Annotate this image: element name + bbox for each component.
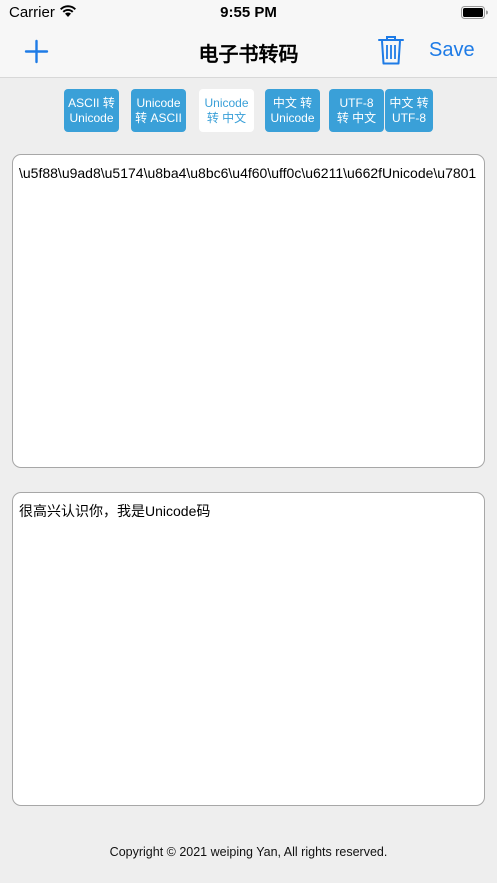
mode-unicode-to-ascii[interactable]: Unicode 转 ASCII: [131, 89, 186, 132]
trash-icon[interactable]: [377, 34, 405, 66]
navigation-bar: 电子书转码 Save: [0, 26, 497, 78]
battery-icon: [461, 6, 488, 19]
page-title: 电子书转码: [198, 44, 299, 66]
save-button[interactable]: Save: [429, 39, 475, 62]
mode-utf8-to-chinese[interactable]: UTF-8 转 中文: [329, 89, 384, 132]
input-text-area[interactable]: \u5f88\u9ad8\u5174\u8ba4\u8bc6\u4f60\uff…: [12, 154, 485, 468]
mode-unicode-to-chinese[interactable]: Unicode 转 中文: [199, 89, 254, 132]
output-text-area[interactable]: 很高兴认识你，我是Unicode码: [12, 492, 485, 806]
mode-chinese-to-utf8[interactable]: 中文 转 UTF-8: [385, 89, 433, 132]
conversion-mode-selector: ASCII 转 Unicode Unicode 转 ASCII Unicode …: [0, 89, 497, 133]
status-bar: Carrier 9:55 PM: [0, 0, 497, 26]
mode-ascii-to-unicode[interactable]: ASCII 转 Unicode: [64, 89, 119, 132]
clock: 9:55 PM: [220, 4, 277, 21]
mode-chinese-to-unicode[interactable]: 中文 转 Unicode: [265, 89, 320, 132]
copyright-footer: Copyright © 2021 weiping Yan, All rights…: [109, 845, 388, 859]
